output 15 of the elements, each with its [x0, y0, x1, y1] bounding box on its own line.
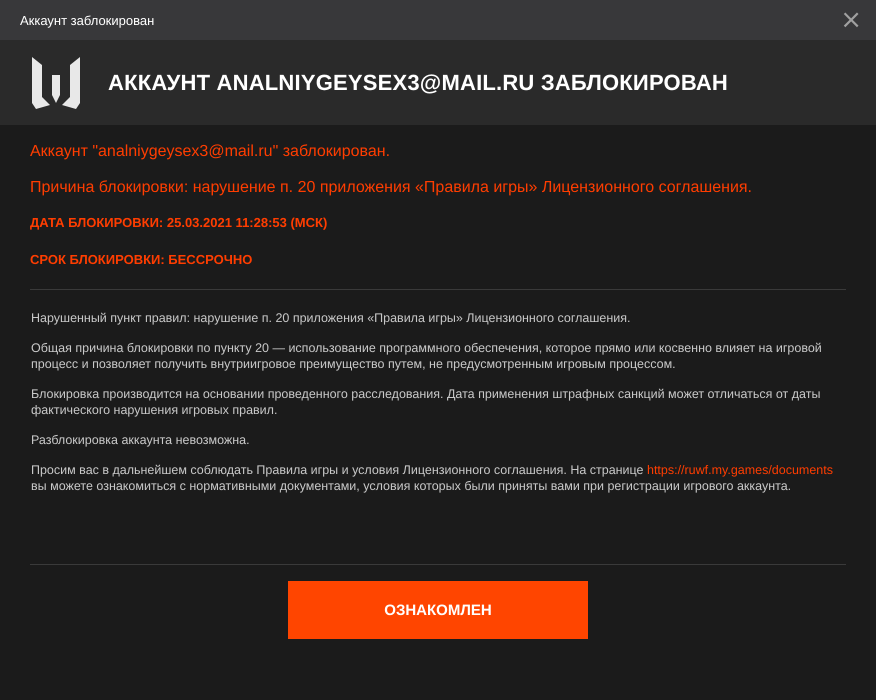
- header-title: АККАУНТ ANALNIYGEYSEX3@MAIL.RU ЗАБЛОКИРОВАН: [108, 70, 728, 96]
- block-info: СРОК БЛОКИРОВКИ: БЕССРОЧНО: [30, 252, 254, 267]
- block-info: ДАТА БЛОКИРОВКИ: 25.03.2021 11:28:53 (МСК): [30, 215, 328, 230]
- window-title: Аккаунт заблокирован: [20, 12, 154, 28]
- paragraph: Общая причина блокировки по пункту 20 — использование программного обеспечения, которое прямо или косвенно влияет на игровой процесс и позволяет получить внутриигровое преимущество путем, не предусмотренным игровым процессом.: [31, 340, 823, 372]
- paragraph: Нарушенный пункт правил: нарушение п. 20 приложения «Правила игры» Лицензионного соглашения.: [31, 310, 632, 326]
- acknowledge-button[interactable]: ОЗНАКОМЛЕН: [288, 581, 588, 639]
- block-message: Причина блокировки: нарушение п. 20 приложения «Правила игры» Лицензионного соглашения.: [30, 179, 753, 197]
- logo-icon: [32, 56, 80, 108]
- documents-link[interactable]: https://ruwf.my.games/documents: [647, 463, 833, 477]
- paragraph: Просим вас в дальнейшем соблюдать Правила игры и условия Лицензионного соглашения. На странице https://ruwf.my.games/documents вы можете ознакомиться с нормативными документами, условия которых были приняты вами при регистрации игрового аккаунта.: [31, 462, 834, 494]
- block-message: Аккаунт "analniygeysex3@mail.ru" заблокирован.: [30, 143, 392, 161]
- close-button[interactable]: ×: [838, 8, 864, 32]
- paragraph: Разблокировка аккаунта невозможна.: [31, 432, 251, 448]
- paragraph: Блокировка производится на основании проведенного расследования. Дата применения штрафных санкций может отличаться от даты фактического нарушения игровых правил.: [31, 386, 822, 418]
